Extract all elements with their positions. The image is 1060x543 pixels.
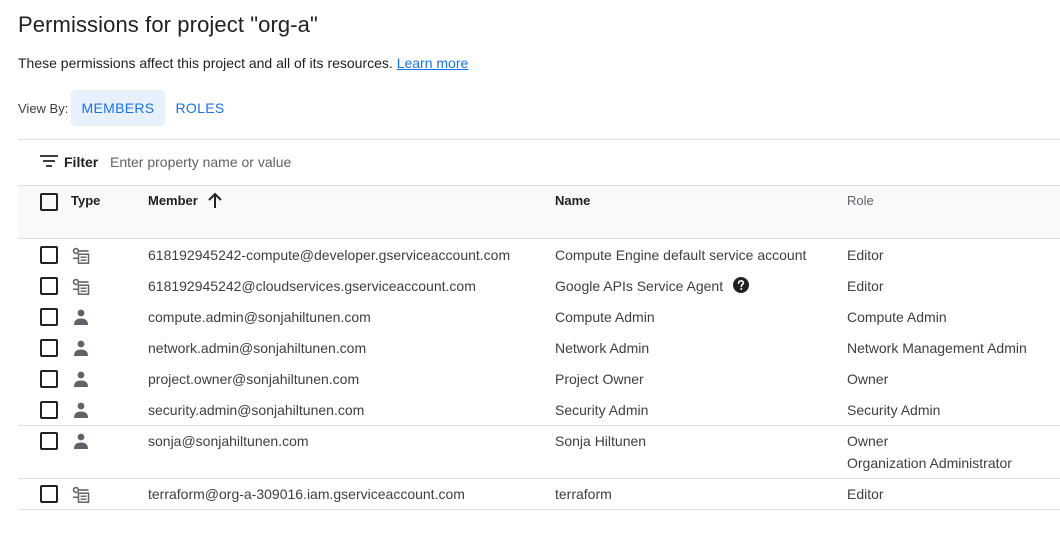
divider <box>18 139 1060 140</box>
filter-input[interactable] <box>108 150 712 174</box>
member-email[interactable]: 618192945242@cloudservices.gserviceaccou… <box>148 278 476 294</box>
member-name: Sonja Hiltunen <box>555 433 647 449</box>
member-role: Owner <box>847 433 889 449</box>
member-name: terraform <box>555 486 612 502</box>
member-email[interactable]: security.admin@sonjahiltunen.com <box>148 402 364 418</box>
member-name: Project Owner <box>555 371 644 387</box>
row-checkbox[interactable] <box>40 339 58 357</box>
service-account-icon <box>72 278 90 295</box>
member-name: Network Admin <box>555 340 650 356</box>
column-header-type[interactable]: Type <box>71 193 100 208</box>
service-account-icon <box>72 247 90 264</box>
member-email[interactable]: terraform@org-a-309016.iam.gserviceaccou… <box>148 486 465 502</box>
filter-label: Filter <box>64 154 99 170</box>
page-title: Permissions for project "org-a" <box>18 12 318 37</box>
row-checkbox[interactable] <box>40 432 58 450</box>
row-checkbox[interactable] <box>40 401 58 419</box>
view-by-label: View By: <box>18 101 69 116</box>
member-email[interactable]: network.admin@sonjahiltunen.com <box>148 340 366 356</box>
member-role: Editor <box>847 247 884 263</box>
column-header-member[interactable]: Member <box>148 193 198 208</box>
service-account-icon <box>72 486 90 503</box>
member-email[interactable]: compute.admin@sonjahiltunen.com <box>148 309 371 325</box>
row-checkbox[interactable] <box>40 370 58 388</box>
select-all-checkbox[interactable] <box>40 193 58 211</box>
row-divider <box>18 509 1060 510</box>
page-subtitle: These permissions affect this project an… <box>18 55 468 71</box>
row-checkbox[interactable] <box>40 246 58 264</box>
person-icon <box>74 402 88 418</box>
member-email[interactable]: project.owner@sonjahiltunen.com <box>148 371 359 387</box>
row-divider <box>18 425 1060 426</box>
member-role: Security Admin <box>847 402 941 418</box>
member-role: Editor <box>847 278 884 294</box>
subtitle-text: These permissions affect this project an… <box>18 55 393 71</box>
person-icon <box>74 433 88 449</box>
view-roles-button[interactable]: ROLES <box>170 90 230 126</box>
person-icon <box>74 371 88 387</box>
member-name: Compute Admin <box>555 309 655 325</box>
member-role: Compute Admin <box>847 309 947 325</box>
help-circle-icon[interactable] <box>733 277 749 293</box>
filter-icon[interactable] <box>40 154 58 168</box>
member-email[interactable]: sonja@sonjahiltunen.com <box>148 433 309 449</box>
member-role: Organization Administrator <box>847 455 1012 471</box>
row-checkbox[interactable] <box>40 277 58 295</box>
member-role: Owner <box>847 371 889 387</box>
column-header-role[interactable]: Role <box>847 193 874 208</box>
arrow-up-icon[interactable] <box>206 192 224 210</box>
member-role: Editor <box>847 486 884 502</box>
member-name: Security Admin <box>555 402 649 418</box>
column-header-name[interactable]: Name <box>555 193 590 208</box>
view-members-button[interactable]: MEMBERS <box>71 90 165 126</box>
row-checkbox[interactable] <box>40 308 58 326</box>
row-divider <box>18 478 1060 479</box>
member-email[interactable]: 618192945242-compute@developer.gservicea… <box>148 247 510 263</box>
learn-more-link[interactable]: Learn more <box>397 55 469 71</box>
member-name: Compute Engine default service account <box>555 247 807 263</box>
member-name: Google APIs Service Agent <box>555 278 724 294</box>
member-role: Network Management Admin <box>847 340 1027 356</box>
row-checkbox[interactable] <box>40 485 58 503</box>
person-icon <box>74 309 88 325</box>
person-icon <box>74 340 88 356</box>
